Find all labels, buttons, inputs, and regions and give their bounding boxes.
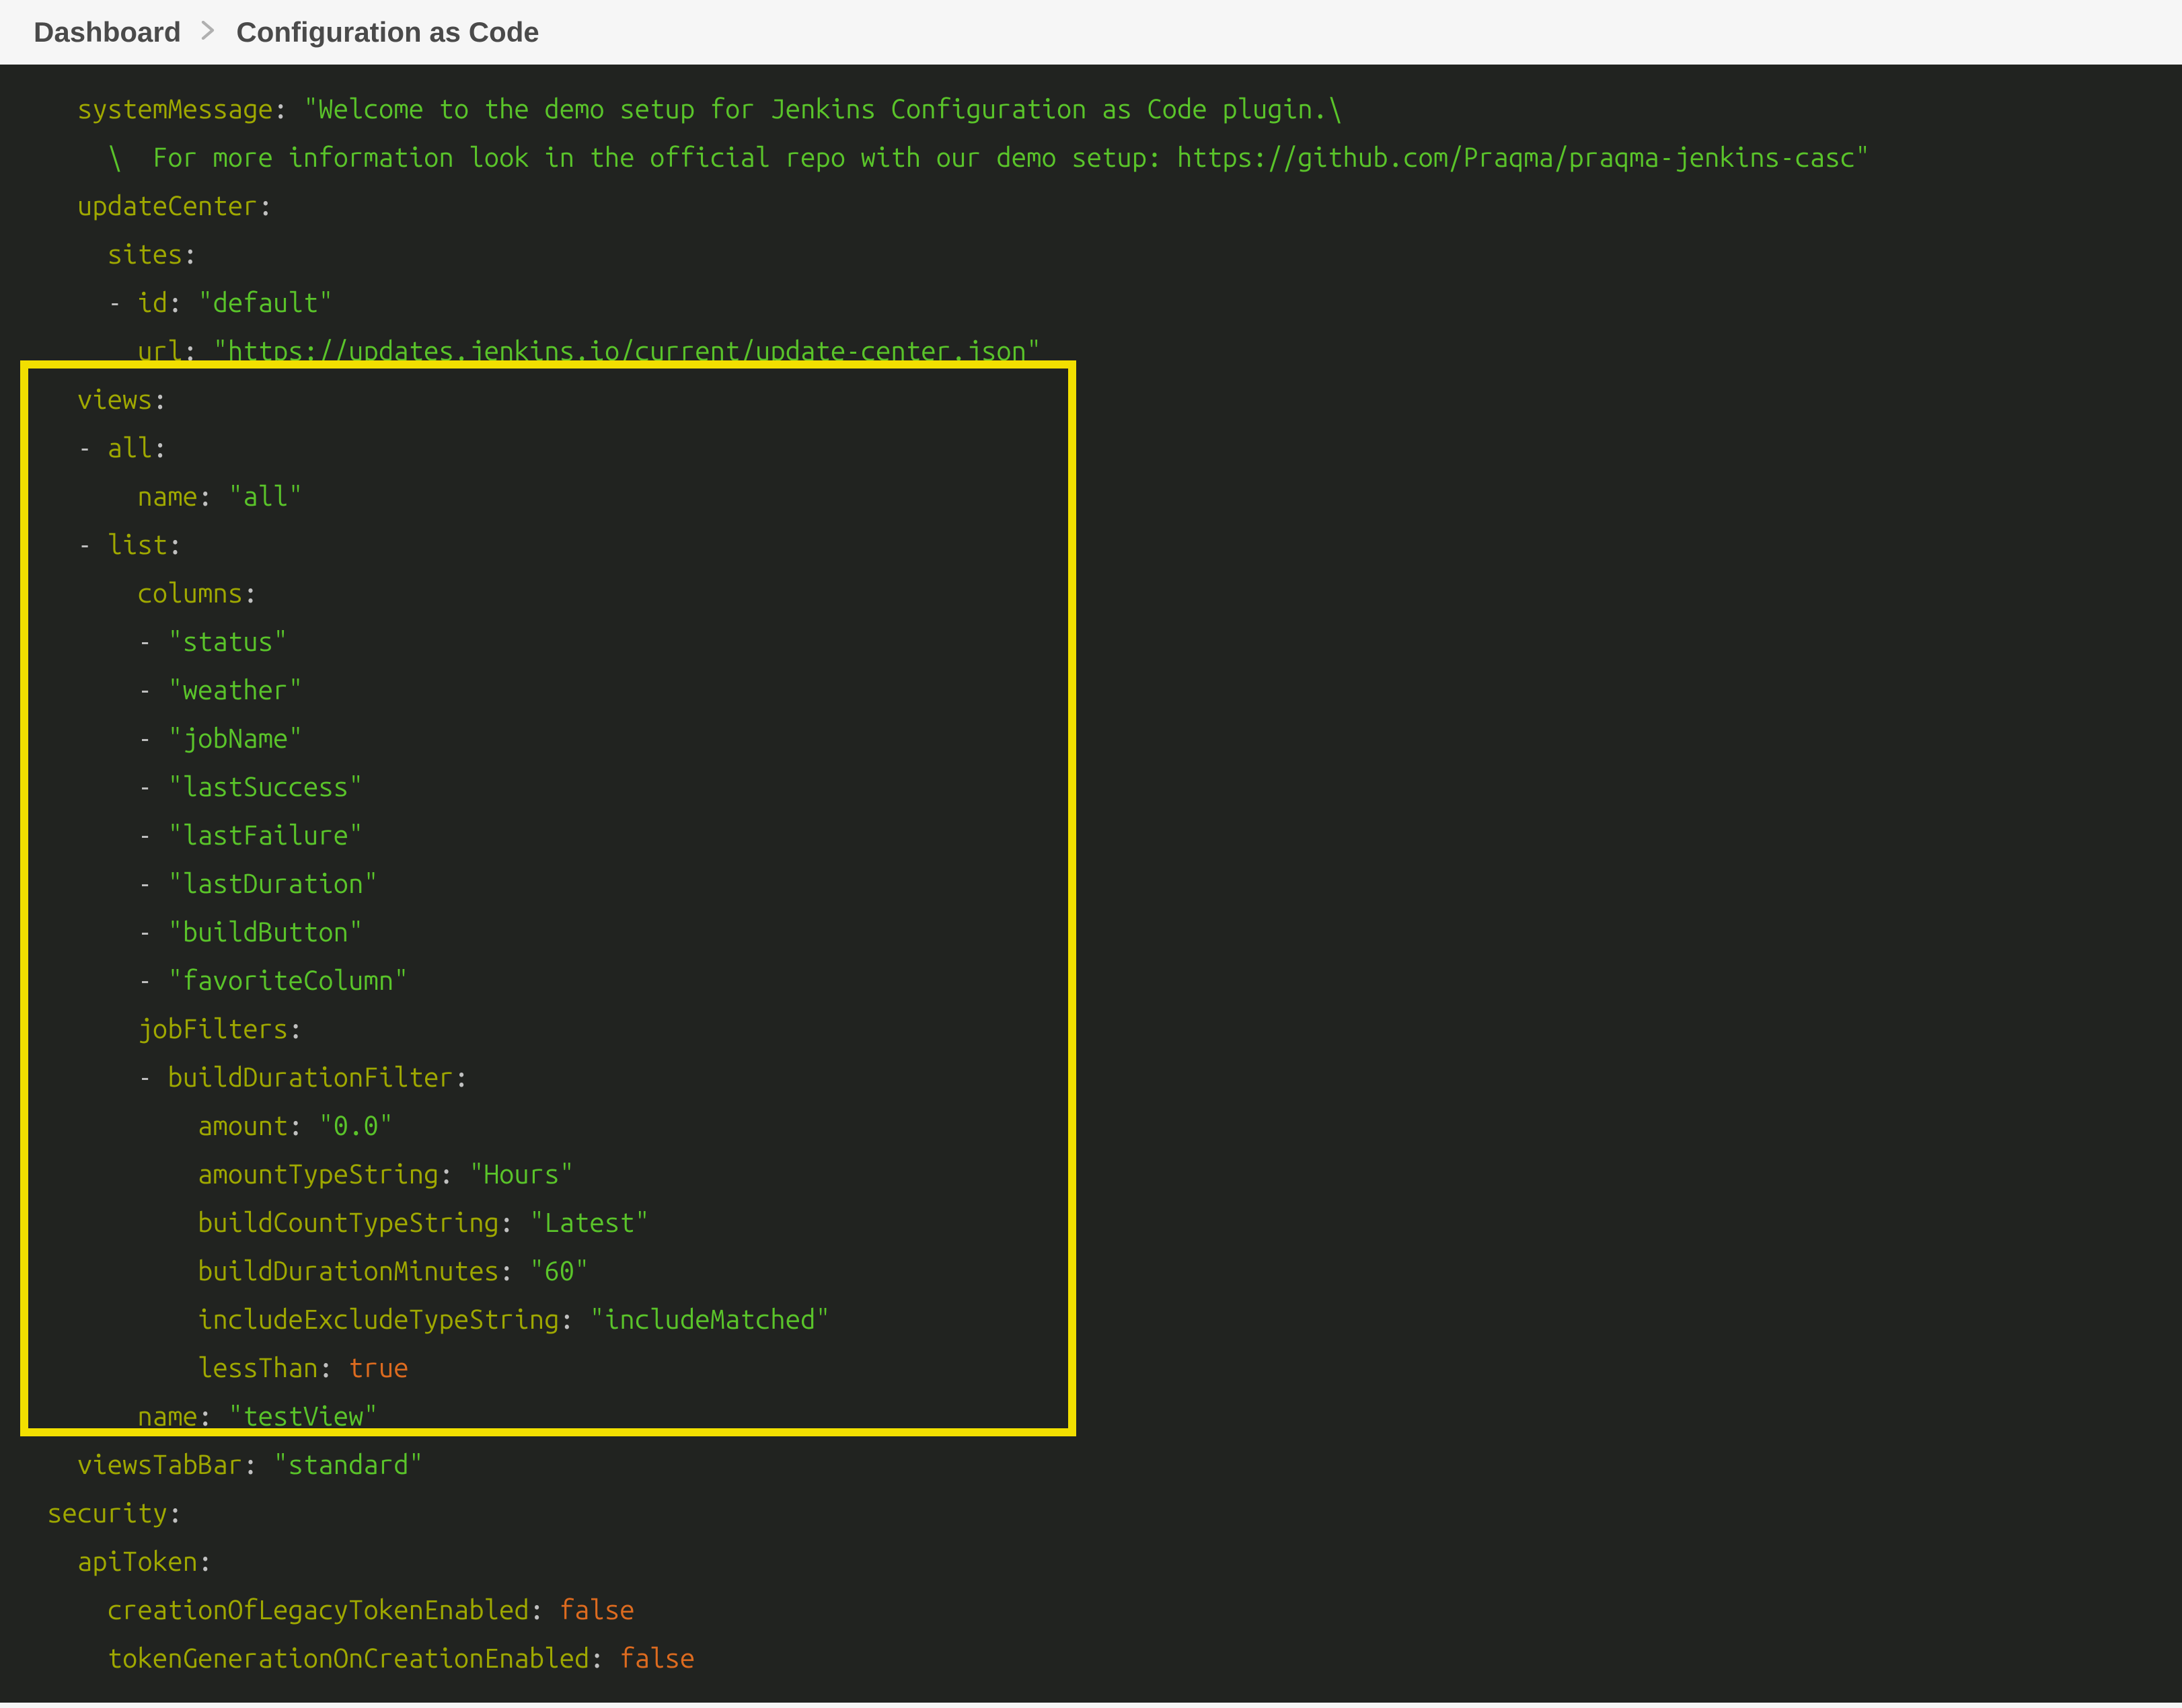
code-line: buildCountTypeString: "Latest" xyxy=(47,1198,2135,1247)
breadcrumb-page-link[interactable]: Configuration as Code xyxy=(236,16,539,48)
code-line: - "weather" xyxy=(47,666,2135,714)
yaml-code-block: systemMessage: "Welcome to the demo setu… xyxy=(0,65,2182,1703)
code-line: security: xyxy=(47,1489,2135,1537)
code-line: amountTypeString: "Hours" xyxy=(47,1150,2135,1198)
code-line: - "favoriteColumn" xyxy=(47,956,2135,1005)
code-line: jobFilters: xyxy=(47,1005,2135,1053)
code-line: buildDurationMinutes: "60" xyxy=(47,1247,2135,1295)
code-line: - "status" xyxy=(47,617,2135,666)
code-line: \ For more information look in the offic… xyxy=(47,133,2135,182)
code-line: creationOfLegacyTokenEnabled: false xyxy=(47,1586,2135,1634)
chevron-right-icon xyxy=(201,20,216,45)
code-line: viewsTabBar: "standard" xyxy=(47,1440,2135,1489)
code-line: systemMessage: "Welcome to the demo setu… xyxy=(47,85,2135,133)
breadcrumb-dashboard-link[interactable]: Dashboard xyxy=(34,16,181,48)
code-line: - "lastFailure" xyxy=(47,811,2135,859)
code-line: amount: "0.0" xyxy=(47,1101,2135,1150)
code-line: tokenGenerationOnCreationEnabled: false xyxy=(47,1634,2135,1682)
code-line: apiToken: xyxy=(47,1537,2135,1586)
code-line: - "jobName" xyxy=(47,714,2135,763)
code-line: includeExcludeTypeString: "includeMatche… xyxy=(47,1295,2135,1344)
code-line: updateCenter: xyxy=(47,182,2135,230)
code-line: - "buildButton" xyxy=(47,908,2135,956)
code-line: - id: "default" xyxy=(47,278,2135,327)
code-line: views: xyxy=(47,375,2135,424)
code-line: - buildDurationFilter: xyxy=(47,1053,2135,1101)
code-line: - "lastSuccess" xyxy=(47,763,2135,811)
code-line: columns: xyxy=(47,569,2135,617)
code-line: name: "all" xyxy=(47,472,2135,520)
code-line: - all: xyxy=(47,424,2135,472)
breadcrumb: Dashboard Configuration as Code xyxy=(0,0,2182,65)
code-line: lessThan: true xyxy=(47,1344,2135,1392)
code-line: url: "https://updates.jenkins.io/current… xyxy=(47,327,2135,375)
code-line: sites: xyxy=(47,230,2135,278)
code-line: - "lastDuration" xyxy=(47,859,2135,908)
code-line: - list: xyxy=(47,520,2135,569)
code-line: name: "testView" xyxy=(47,1392,2135,1440)
